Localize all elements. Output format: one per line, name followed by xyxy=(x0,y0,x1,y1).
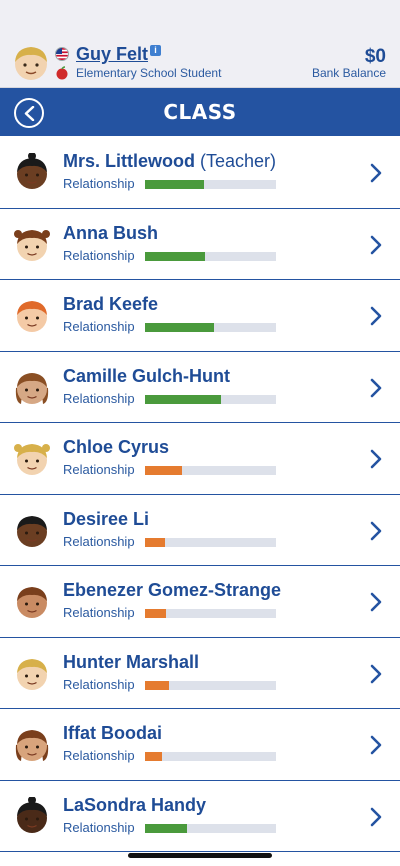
relationship-label: Relationship xyxy=(63,319,135,334)
relationship-label: Relationship xyxy=(63,247,135,263)
student-avatar xyxy=(17,587,47,618)
relationship-bar-fill xyxy=(145,466,182,475)
student-name-text: Chloe Cyrus xyxy=(63,437,170,457)
student-name-text: Hunter Marshall xyxy=(63,651,200,672)
relationship-bar xyxy=(145,609,276,618)
apple-icon xyxy=(56,66,68,80)
relationship-bar xyxy=(145,823,276,833)
player-name[interactable]: Guy Felt xyxy=(76,44,148,65)
relationship-label: Relationship xyxy=(63,676,135,692)
relationship-label: Relationship xyxy=(63,533,135,549)
info-icon[interactable]: i xyxy=(150,45,161,56)
home-indicator xyxy=(128,853,272,858)
student-avatar xyxy=(17,153,47,189)
us-flag-icon xyxy=(55,47,69,61)
student-row[interactable]: Chloe Cyrus Relationship xyxy=(0,423,400,495)
student-row[interactable]: Desiree Li Relationship xyxy=(0,495,400,566)
student-name-text: Brad Keefe xyxy=(63,294,159,314)
student-row[interactable]: Anna Bush Relationship xyxy=(0,209,400,280)
student-avatar xyxy=(17,658,47,690)
relationship-bar xyxy=(145,466,276,475)
player-avatar xyxy=(15,47,47,80)
chevron-right-icon[interactable] xyxy=(370,592,382,612)
relationship-bar xyxy=(145,323,276,332)
student-row[interactable]: Camille Gulch-Hunt Relationship xyxy=(0,352,400,423)
student-avatar xyxy=(15,730,49,761)
relationship-label: Relationship xyxy=(63,748,135,763)
player-subtitle: Elementary School Student xyxy=(76,66,222,80)
student-avatar xyxy=(17,515,47,547)
chevron-right-icon[interactable] xyxy=(370,163,382,183)
relationship-bar-fill xyxy=(145,823,187,833)
student-name: Hunter Marshall xyxy=(63,652,199,673)
chevron-right-icon[interactable] xyxy=(370,664,382,684)
relationship-bar xyxy=(145,752,276,761)
relationship-bar-fill xyxy=(145,251,206,261)
student-name: Anna Bush xyxy=(63,223,158,244)
student-name-text: Mrs. Littlewood xyxy=(63,151,195,171)
student-name: Iffat Boodai xyxy=(63,723,162,744)
student-name: Mrs. Littlewood (Teacher) xyxy=(63,151,276,172)
chevron-right-icon[interactable] xyxy=(370,378,382,398)
student-list: Mrs. Littlewood (Teacher) Relationship Ann… xyxy=(0,137,400,852)
student-avatar xyxy=(15,372,49,404)
chevron-right-icon[interactable] xyxy=(370,521,382,541)
student-row[interactable]: LaSondra Handy Relationship xyxy=(0,781,400,852)
student-name: LaSondra Handy xyxy=(63,795,206,816)
relationship-label: Relationship xyxy=(63,462,135,477)
page-title: CLASS xyxy=(163,100,237,124)
relationship-label: Relationship xyxy=(63,605,135,620)
student-row[interactable]: Ebenezer Gomez-Strange Relationship xyxy=(0,566,400,638)
relationship-bar-fill xyxy=(145,180,204,189)
relationship-bar-fill xyxy=(145,537,165,547)
student-role: (Teacher) xyxy=(200,151,277,171)
relationship-bar-fill xyxy=(145,680,169,690)
student-name: Ebenezer Gomez-Strange xyxy=(63,580,281,601)
chevron-right-icon[interactable] xyxy=(370,807,382,827)
student-row[interactable]: Hunter Marshall Relationship xyxy=(0,638,400,709)
relationship-bar xyxy=(145,394,276,404)
student-name-text: Desiree Li xyxy=(63,508,150,529)
relationship-label: Relationship xyxy=(63,176,135,191)
bank-balance-label: Bank Balance xyxy=(311,66,386,80)
student-name: Chloe Cyrus xyxy=(63,437,169,458)
relationship-bar xyxy=(145,180,276,189)
chevron-right-icon[interactable] xyxy=(370,449,382,469)
student-name-text: Ebenezer Gomez-Strange xyxy=(63,580,282,600)
relationship-bar xyxy=(145,537,276,547)
student-name: Brad Keefe xyxy=(63,294,158,315)
title-bar: CLASS xyxy=(0,88,400,136)
chevron-right-icon[interactable] xyxy=(370,235,382,255)
student-name: Camille Gulch-Hunt xyxy=(63,366,230,387)
student-avatar xyxy=(17,796,47,833)
student-row[interactable]: Iffat Boodai Relationship xyxy=(0,709,400,781)
student-avatar xyxy=(14,229,50,261)
student-name-text: Camille Gulch-Hunt xyxy=(63,365,231,386)
relationship-bar xyxy=(145,251,276,261)
relationship-bar-fill xyxy=(145,752,163,761)
student-name-text: Iffat Boodai xyxy=(63,723,162,743)
student-avatar xyxy=(17,301,47,332)
student-name: Desiree Li xyxy=(63,509,149,530)
bank-balance-value: $0 xyxy=(364,46,386,67)
student-name-text: LaSondra Handy xyxy=(63,794,207,815)
student-avatar xyxy=(14,444,50,475)
relationship-label: Relationship xyxy=(63,819,135,835)
relationship-bar xyxy=(145,680,276,690)
chevron-right-icon[interactable] xyxy=(370,306,382,326)
chevron-right-icon[interactable] xyxy=(370,735,382,755)
student-row[interactable]: Mrs. Littlewood (Teacher) Relationship xyxy=(0,137,400,209)
player-header: Guy Felt i Elementary School Student $0 … xyxy=(0,0,400,88)
relationship-label: Relationship xyxy=(63,390,135,406)
relationship-bar-fill xyxy=(145,609,166,618)
student-name-text: Anna Bush xyxy=(63,222,159,243)
relationship-bar-fill xyxy=(145,323,215,332)
student-row[interactable]: Brad Keefe Relationship xyxy=(0,280,400,352)
relationship-bar-fill xyxy=(145,394,221,404)
